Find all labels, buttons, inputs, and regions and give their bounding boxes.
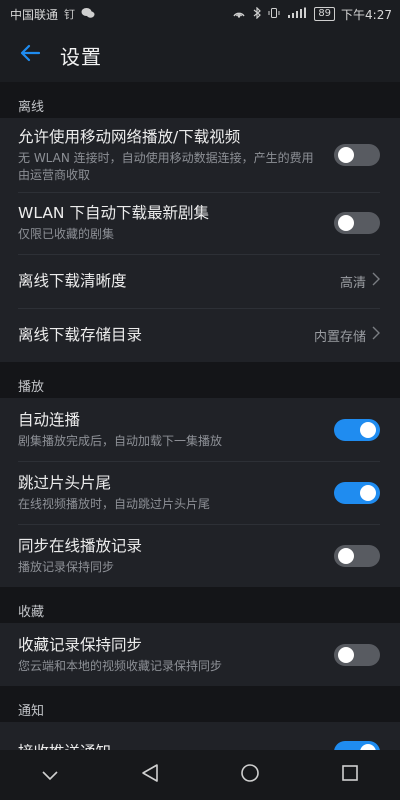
setting-push-notifications[interactable]: 接收推送通知 — [0, 722, 400, 750]
section-favorites: 收藏记录保持同步 您云端和本地的视频收藏记录保持同步 — [0, 623, 400, 686]
setting-sync-favorites[interactable]: 收藏记录保持同步 您云端和本地的视频收藏记录保持同步 — [0, 623, 400, 686]
setting-title: 跳过片头片尾 — [18, 473, 112, 492]
setting-autoplay[interactable]: 自动连播 剧集播放完成后，自动加载下一集播放 — [0, 398, 400, 461]
nav-home-button[interactable] — [225, 750, 275, 800]
chevron-right-icon — [372, 326, 380, 344]
nav-collapse-icon — [42, 766, 58, 785]
setting-subtitle: 无 WLAN 连接时，自动使用移动数据连接，产生的费用由运营商收取 — [18, 150, 314, 182]
setting-subtitle: 剧集播放完成后，自动加载下一集播放 — [18, 433, 223, 448]
hotspot-icon — [232, 7, 246, 22]
setting-title: 收藏记录保持同步 — [18, 635, 143, 654]
nav-home-icon — [240, 763, 260, 787]
download-quality-value: 高清 — [339, 275, 366, 291]
setting-title: 自动连播 — [18, 410, 81, 429]
sync-favorites-toggle[interactable] — [334, 643, 380, 666]
wechat-icon — [81, 7, 95, 22]
carrier-name: 中国联通 — [10, 7, 59, 22]
setting-sync-history[interactable]: 同步在线播放记录 播放记录保持同步 — [0, 524, 400, 587]
setting-title: WLAN 下自动下载最新剧集 — [18, 204, 209, 222]
battery-indicator: 89 — [314, 7, 336, 21]
setting-storage-directory[interactable]: 离线下载存储目录 内置存储 — [0, 308, 400, 362]
setting-subtitle: 在线视频播放时，自动跳过片头片尾 — [18, 496, 211, 511]
section-header-offline: 离线 — [0, 82, 400, 118]
section-header-playback: 播放 — [0, 362, 400, 398]
setting-title: 允许使用移动网络播放/下载视频 — [18, 127, 241, 146]
nav-back-button[interactable] — [125, 750, 175, 800]
back-arrow-icon — [18, 41, 42, 69]
settings-list[interactable]: 离线 允许使用移动网络播放/下载视频 无 WLAN 连接时，自动使用移动数据连接… — [0, 82, 400, 750]
setting-download-quality[interactable]: 离线下载清晰度 高清 — [0, 254, 400, 308]
app-bar: 设置 — [0, 28, 400, 82]
carrier-extra-text: 钉 — [64, 8, 76, 21]
page-title: 设置 — [60, 44, 102, 69]
section-header-favorites: 收藏 — [0, 587, 400, 623]
setting-mobile-network[interactable]: 允许使用移动网络播放/下载视频 无 WLAN 连接时，自动使用移动数据连接，产生… — [0, 118, 400, 192]
section-notification: 接收推送通知 — [0, 722, 400, 750]
push-notifications-toggle[interactable] — [334, 741, 380, 750]
nav-recents-icon — [341, 764, 359, 786]
system-nav-bar — [0, 750, 400, 800]
skip-intro-toggle[interactable] — [334, 481, 380, 504]
auto-download-toggle[interactable] — [334, 212, 380, 234]
setting-title: 同步在线播放记录 — [18, 536, 143, 555]
sync-history-toggle[interactable] — [334, 544, 380, 567]
bluetooth-icon — [252, 6, 262, 22]
setting-subtitle: 您云端和本地的视频收藏记录保持同步 — [18, 658, 223, 673]
chevron-right-icon — [372, 272, 380, 290]
setting-subtitle: 仅限已收藏的剧集 — [18, 227, 115, 241]
nav-collapse-button[interactable] — [25, 750, 75, 800]
status-bar: 中国联通 钉 89 下午4:27 — [0, 0, 400, 28]
signal-4g-icon — [286, 7, 308, 22]
autoplay-toggle[interactable] — [334, 418, 380, 441]
status-time: 下午4:27 — [341, 7, 392, 22]
setting-skip-intro[interactable]: 跳过片头片尾 在线视频播放时，自动跳过片头片尾 — [0, 461, 400, 524]
setting-title: 离线下载存储目录 — [18, 325, 143, 344]
section-playback: 自动连播 剧集播放完成后，自动加载下一集播放 跳过片头片尾 在线视频播放时，自动… — [0, 398, 400, 587]
vibrate-icon — [268, 7, 280, 22]
back-button[interactable] — [0, 28, 60, 82]
setting-title: 接收推送通知 — [18, 742, 322, 751]
setting-auto-download[interactable]: WLAN 下自动下载最新剧集 仅限已收藏的剧集 — [0, 192, 400, 254]
section-offline: 允许使用移动网络播放/下载视频 无 WLAN 连接时，自动使用移动数据连接，产生… — [0, 118, 400, 362]
nav-back-icon — [141, 763, 159, 787]
mobile-network-toggle[interactable] — [334, 144, 380, 166]
nav-recents-button[interactable] — [325, 750, 375, 800]
setting-subtitle: 播放记录保持同步 — [18, 559, 115, 574]
setting-title: 离线下载清晰度 — [18, 271, 127, 290]
section-header-notification: 通知 — [0, 686, 400, 722]
storage-directory-value: 内置存储 — [313, 329, 366, 345]
